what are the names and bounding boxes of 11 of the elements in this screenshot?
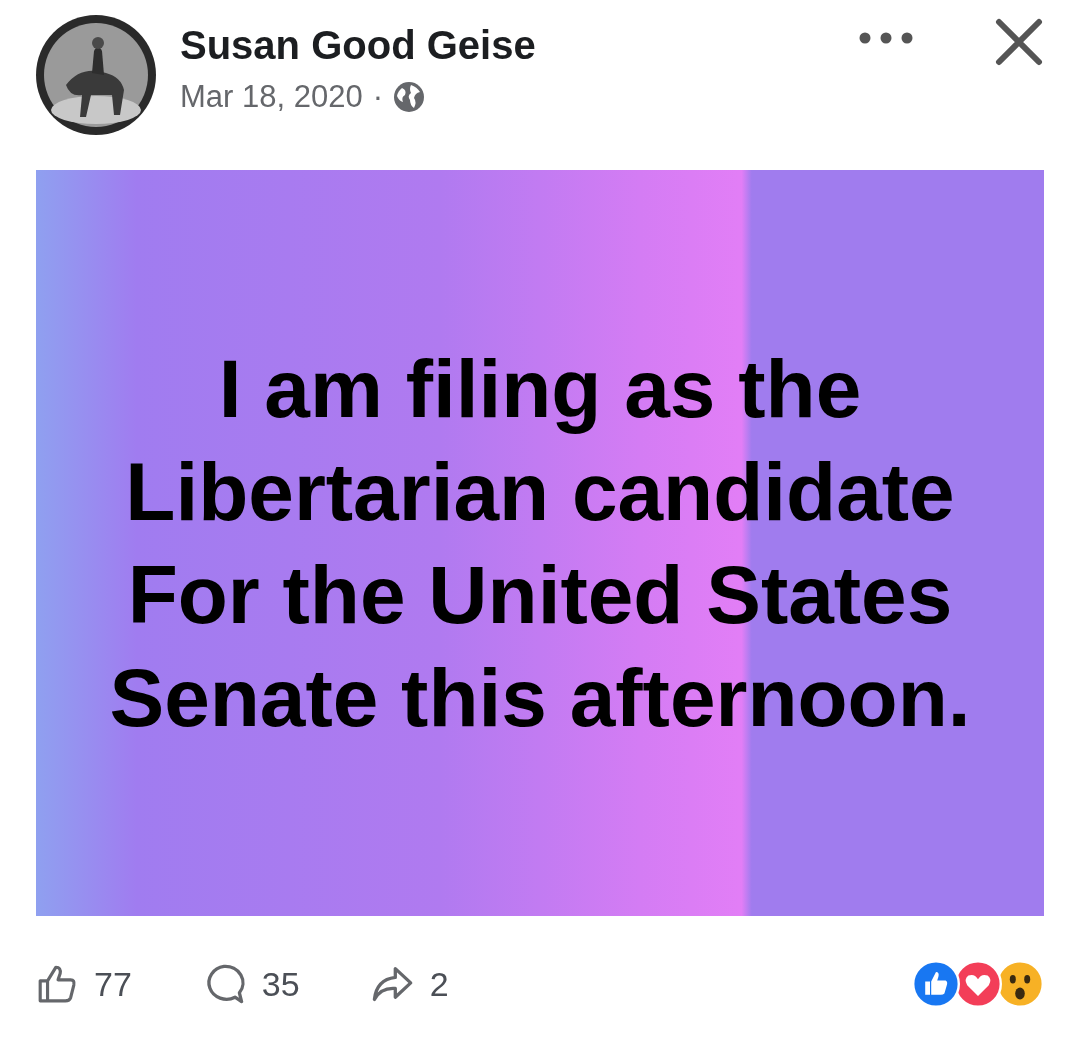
separator: · bbox=[372, 79, 383, 115]
globe-icon bbox=[393, 81, 425, 113]
like-button[interactable]: 77 bbox=[36, 963, 132, 1005]
share-button[interactable]: 2 bbox=[369, 962, 449, 1006]
thumbs-up-icon bbox=[36, 963, 78, 1005]
avatar[interactable] bbox=[36, 15, 156, 135]
post-text: I am filing as the Libertarian candidate For the United States Senate this afternoon. bbox=[109, 342, 971, 745]
comment-button[interactable]: 35 bbox=[201, 962, 300, 1006]
like-reaction-icon bbox=[912, 960, 960, 1008]
post-date[interactable]: Mar 18, 2020 bbox=[180, 79, 363, 115]
author-name[interactable]: Susan Good Geise bbox=[180, 17, 858, 73]
